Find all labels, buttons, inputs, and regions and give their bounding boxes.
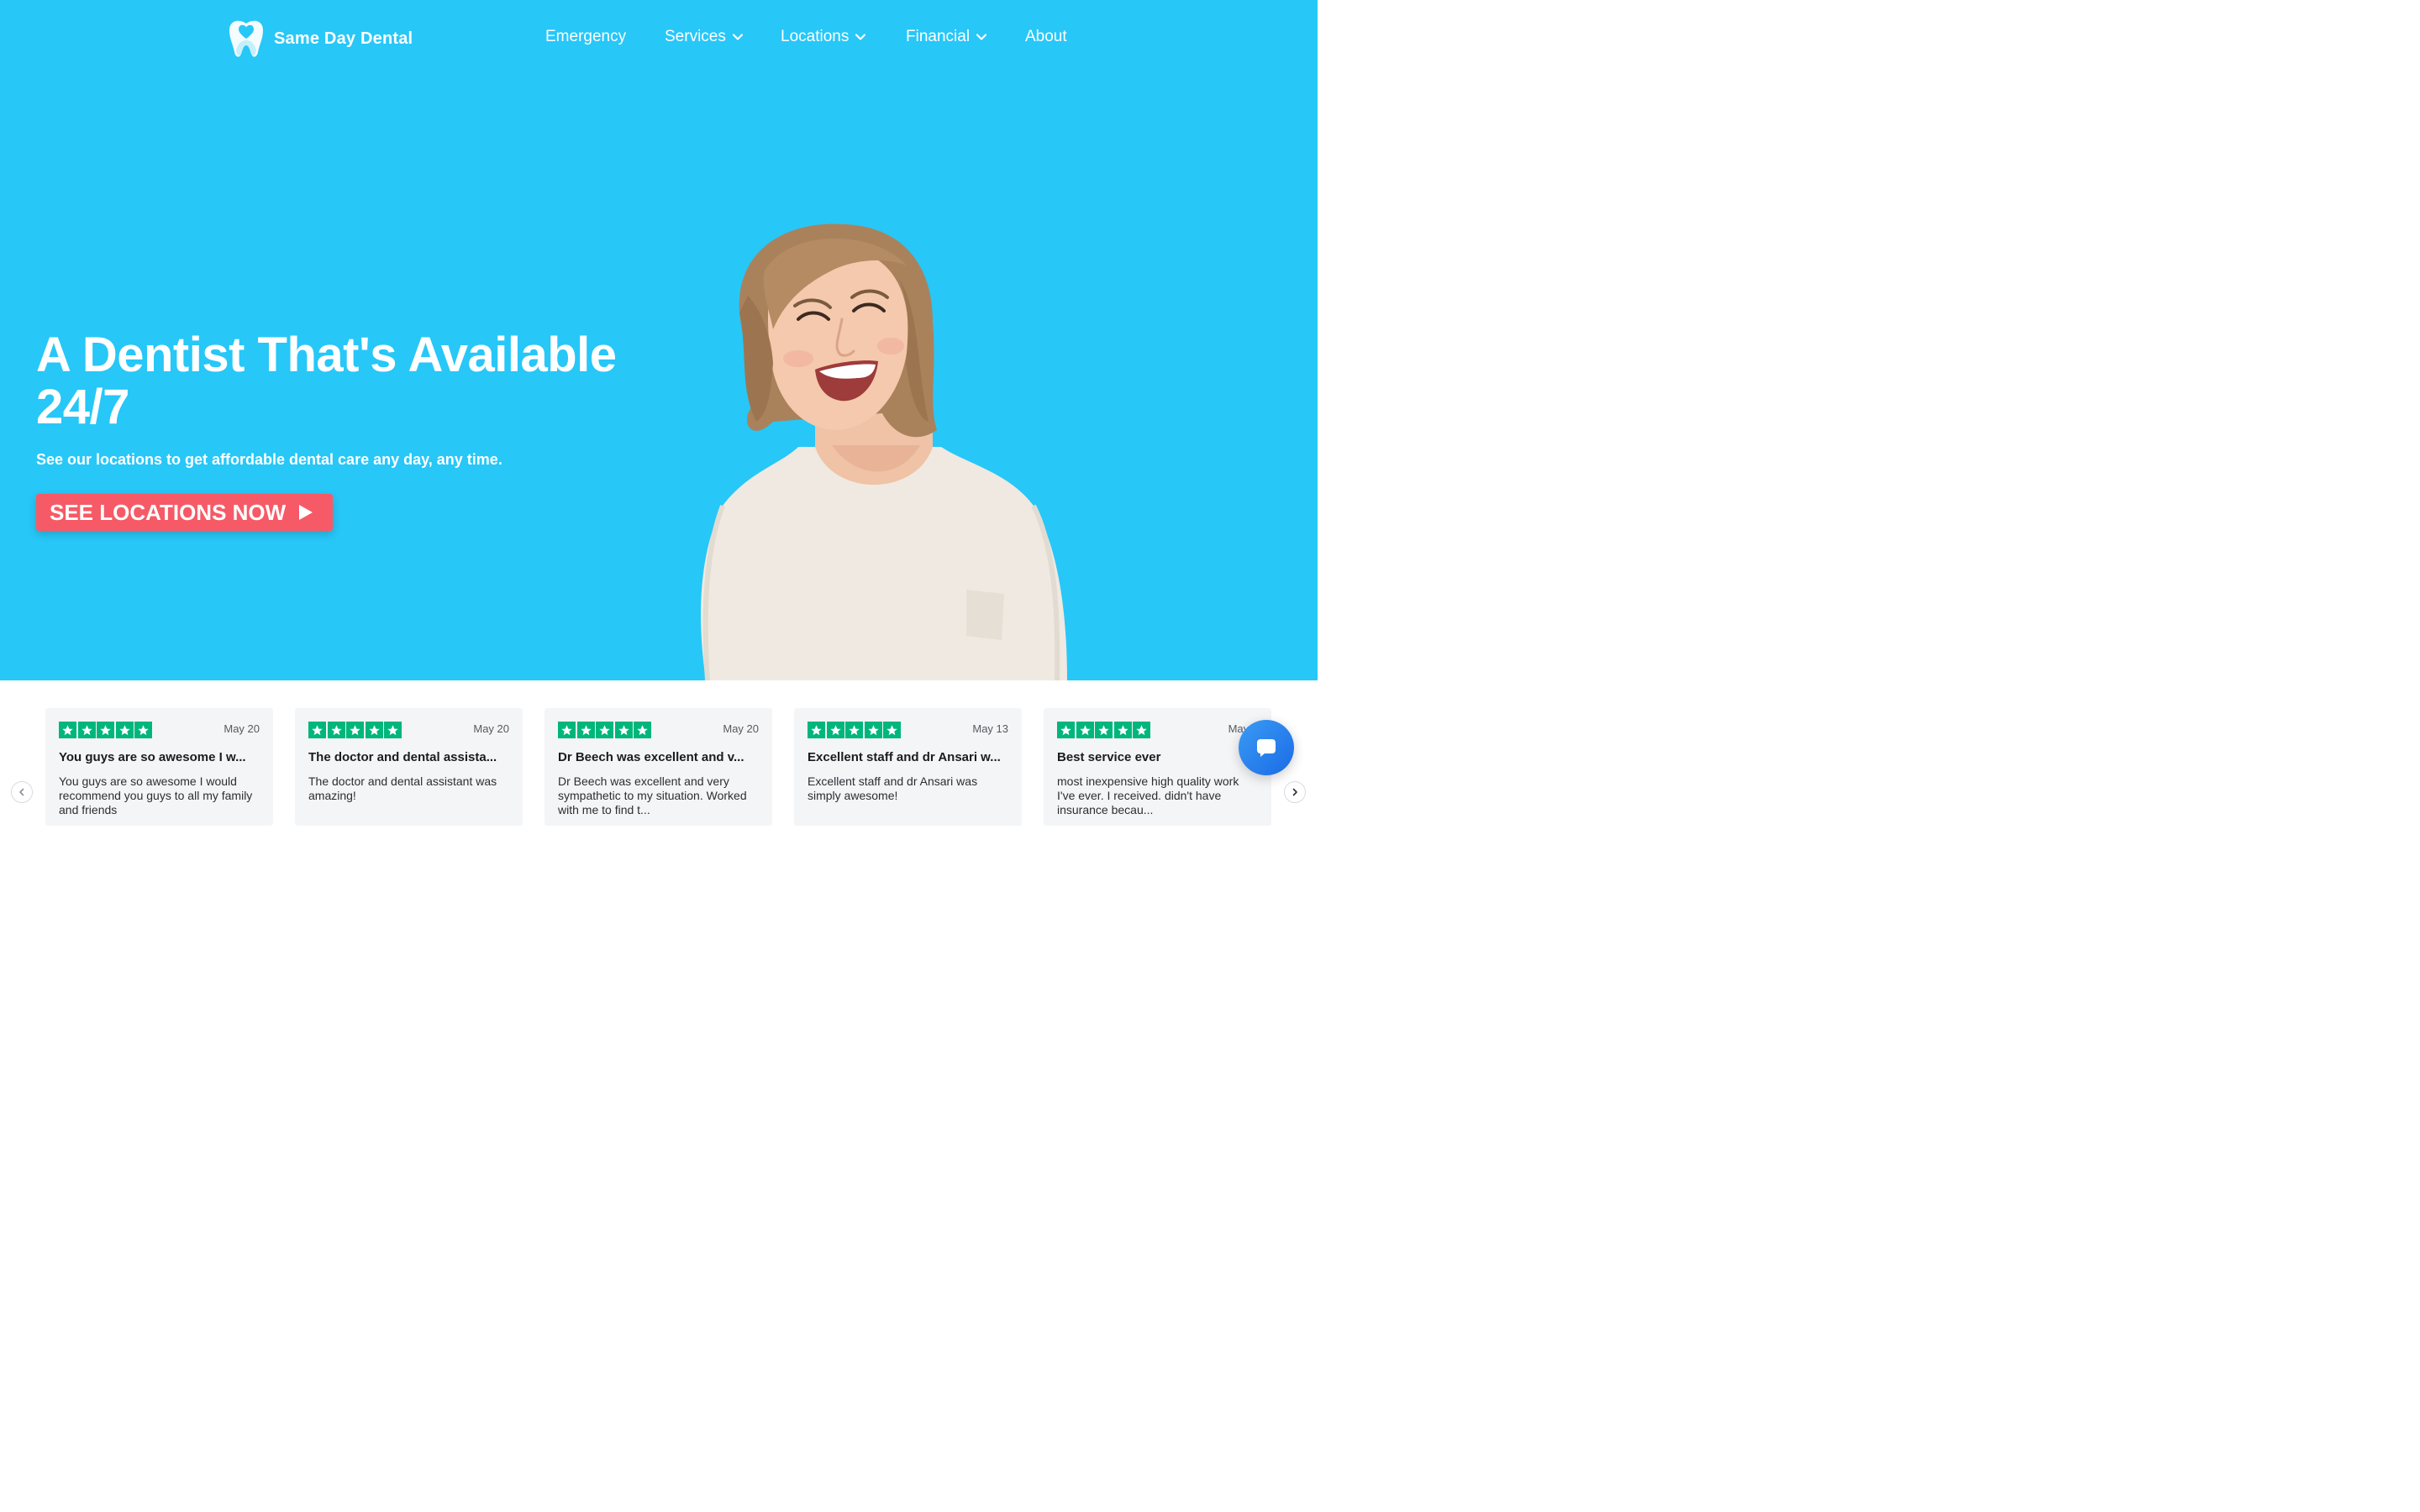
star-icon: [614, 722, 633, 738]
star-icon: [808, 722, 825, 738]
star-icon: [365, 722, 383, 738]
nav-item-financial[interactable]: Financial: [906, 28, 987, 46]
star-icon: [845, 722, 863, 738]
star-icon: [327, 722, 345, 738]
review-card[interactable]: May 20 You guys are so awesome I w... Yo…: [45, 708, 273, 826]
review-title: Excellent staff and dr Ansari w...: [808, 750, 1001, 764]
star-icon: [97, 722, 114, 738]
chevron-right-icon: [1292, 788, 1297, 796]
review-card[interactable]: May 20 Dr Beech was excellent and v... D…: [544, 708, 772, 826]
carousel-prev-button[interactable]: [11, 781, 33, 803]
nav-item-locations[interactable]: Locations: [781, 28, 866, 46]
nav-item-label: About: [1025, 28, 1067, 45]
star-icon: [134, 722, 152, 738]
review-card[interactable]: May 1 Best service ever most inexpensive…: [1044, 708, 1271, 826]
smiling-woman-photo: [701, 223, 1067, 680]
hero-section: Same Day Dental Emergency Services Locat…: [0, 0, 1318, 680]
star-rating: [558, 722, 653, 738]
nav-item-label: Financial: [906, 28, 971, 45]
review-title: You guys are so awesome I w...: [59, 750, 246, 764]
chevron-down-icon: [976, 34, 987, 40]
star-rating: [1057, 722, 1152, 738]
star-icon: [1133, 722, 1150, 738]
tooth-heart-icon: [229, 20, 263, 57]
star-icon: [883, 722, 901, 738]
star-icon: [308, 722, 326, 738]
hero-title: A Dentist That's Available 24/7: [36, 328, 617, 434]
nav-item-emergency[interactable]: Emergency: [545, 28, 626, 46]
review-body: The doctor and dental assistant was amaz…: [308, 774, 497, 802]
star-icon: [59, 722, 76, 738]
nav-item-label: Services: [665, 28, 726, 45]
nav-item-services[interactable]: Services: [665, 28, 743, 46]
review-body: Dr Beech was excellent and very sympathe…: [558, 774, 747, 816]
nav-item-label: Emergency: [545, 28, 627, 45]
star-rating: [308, 722, 403, 738]
star-icon: [384, 722, 402, 738]
star-icon: [634, 722, 651, 738]
chat-launcher-button[interactable]: [1239, 720, 1294, 775]
review-title: Best service ever: [1057, 750, 1161, 764]
review-title: The doctor and dental assista...: [308, 750, 497, 764]
chevron-down-icon: [855, 34, 866, 40]
review-card[interactable]: May 20 The doctor and dental assista... …: [295, 708, 523, 826]
chevron-left-icon: [19, 788, 24, 796]
star-icon: [576, 722, 595, 738]
star-icon: [1095, 722, 1113, 738]
star-icon: [1113, 722, 1132, 738]
play-arrow-icon: [299, 505, 313, 520]
review-body: Excellent staff and dr Ansari was simply…: [808, 774, 978, 802]
nav-item-about[interactable]: About: [1025, 28, 1067, 46]
brand-logo[interactable]: Same Day Dental: [228, 18, 413, 59]
star-icon: [596, 722, 613, 738]
review-date: May 20: [473, 722, 509, 735]
chat-bubble-icon: [1257, 739, 1276, 757]
see-locations-button[interactable]: SEE LOCATIONS NOW: [36, 494, 333, 531]
star-icon: [558, 722, 576, 738]
star-icon: [1057, 722, 1075, 738]
review-date: May 20: [224, 722, 260, 735]
star-icon: [1076, 722, 1094, 738]
review-title: Dr Beech was excellent and v...: [558, 750, 744, 764]
chevron-down-icon: [732, 34, 743, 40]
star-rating: [808, 722, 902, 738]
review-date: May 20: [723, 722, 759, 735]
star-icon: [77, 722, 96, 738]
cta-label: SEE LOCATIONS NOW: [50, 499, 287, 525]
star-icon: [346, 722, 364, 738]
review-card[interactable]: May 13 Excellent staff and dr Ansari w..…: [794, 708, 1022, 826]
review-date: May 13: [972, 722, 1008, 735]
star-icon: [115, 722, 134, 738]
carousel-next-button[interactable]: [1284, 781, 1306, 803]
hero-subtitle: See our locations to get affordable dent…: [36, 451, 502, 468]
star-icon: [826, 722, 844, 738]
reviews-carousel: May 20 You guys are so awesome I w... Yo…: [0, 680, 1318, 826]
nav-item-label: Locations: [781, 28, 850, 45]
star-rating: [59, 722, 154, 738]
review-body: You guys are so awesome I would recommen…: [59, 774, 253, 816]
review-body: most inexpensive high quality work I've …: [1057, 774, 1239, 816]
star-icon: [864, 722, 882, 738]
brand-name: Same Day Dental: [274, 29, 413, 48]
